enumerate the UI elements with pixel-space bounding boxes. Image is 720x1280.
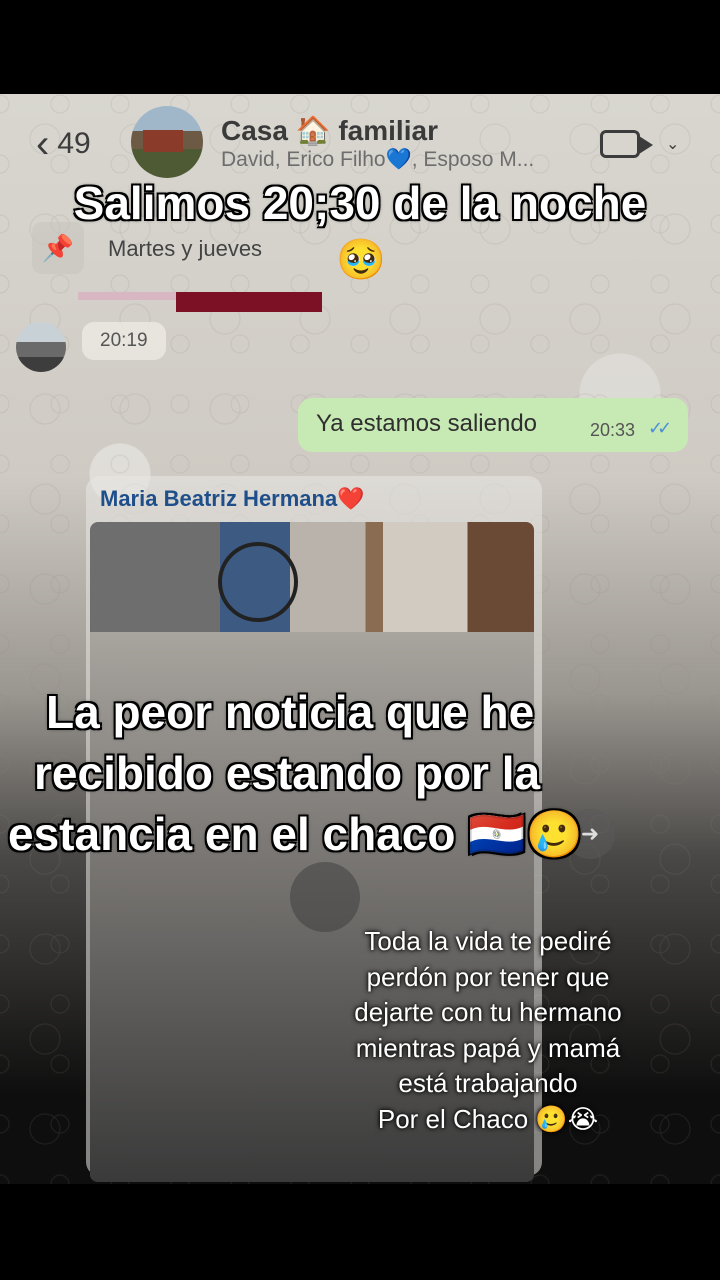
back-button[interactable]: ‹ 49: [36, 122, 116, 166]
video-call-button[interactable]: ⌄: [600, 124, 680, 164]
caption-bottom: Toda la vida te pediré perdón por tener …: [332, 924, 644, 1137]
caption-line: recibido estando por la: [34, 747, 541, 799]
unread-count: 49: [57, 127, 91, 160]
group-title[interactable]: Casa 🏠 familiar: [221, 114, 438, 147]
caption-line: Por el Chaco 🥲😭: [377, 1103, 599, 1134]
caption-line: estancia en el chaco 🇵🇾🥲: [8, 808, 583, 860]
caption-line: Toda la vida te pediré: [364, 926, 612, 956]
caption-line: La peor noticia que he: [46, 686, 535, 738]
avatar[interactable]: [16, 322, 66, 372]
caption-line: dejarte con tu hermano: [354, 997, 622, 1027]
chevron-left-icon: ‹: [36, 122, 50, 166]
message-time: 20:33: [590, 420, 636, 440]
sender-name[interactable]: Maria Beatriz Hermana❤️: [100, 486, 365, 512]
caption-top: Salimos 20;30 de la noche: [73, 177, 647, 229]
group-avatar[interactable]: [131, 106, 203, 178]
video-wheel: [218, 542, 298, 622]
outgoing-message[interactable]: Ya estamos saliendo 20:33 ✓✓: [298, 398, 688, 452]
caption-middle: La peor noticia que he recibido estando …: [8, 682, 583, 865]
caption-line: perdón por tener que: [366, 961, 610, 992]
caption-line: mientras papá y mamá: [355, 1032, 621, 1063]
chevron-down-icon: ⌄: [666, 136, 680, 153]
incoming-time: 20:19: [82, 322, 166, 360]
pinned-emoji: 🥹: [336, 238, 386, 282]
caption-line: está trabajando: [398, 1068, 578, 1098]
play-icon[interactable]: [290, 862, 360, 932]
message-text: Ya estamos saliendo: [316, 410, 538, 437]
media-strip: [78, 292, 176, 300]
group-members[interactable]: David, Erico Filho💙, Esposo M...: [221, 148, 534, 172]
video-camera-icon: [600, 130, 653, 158]
media-strip-red: [176, 292, 322, 312]
read-ticks-icon: ✓✓: [648, 418, 672, 438]
pinned-message[interactable]: Martes y jueves: [108, 236, 262, 262]
